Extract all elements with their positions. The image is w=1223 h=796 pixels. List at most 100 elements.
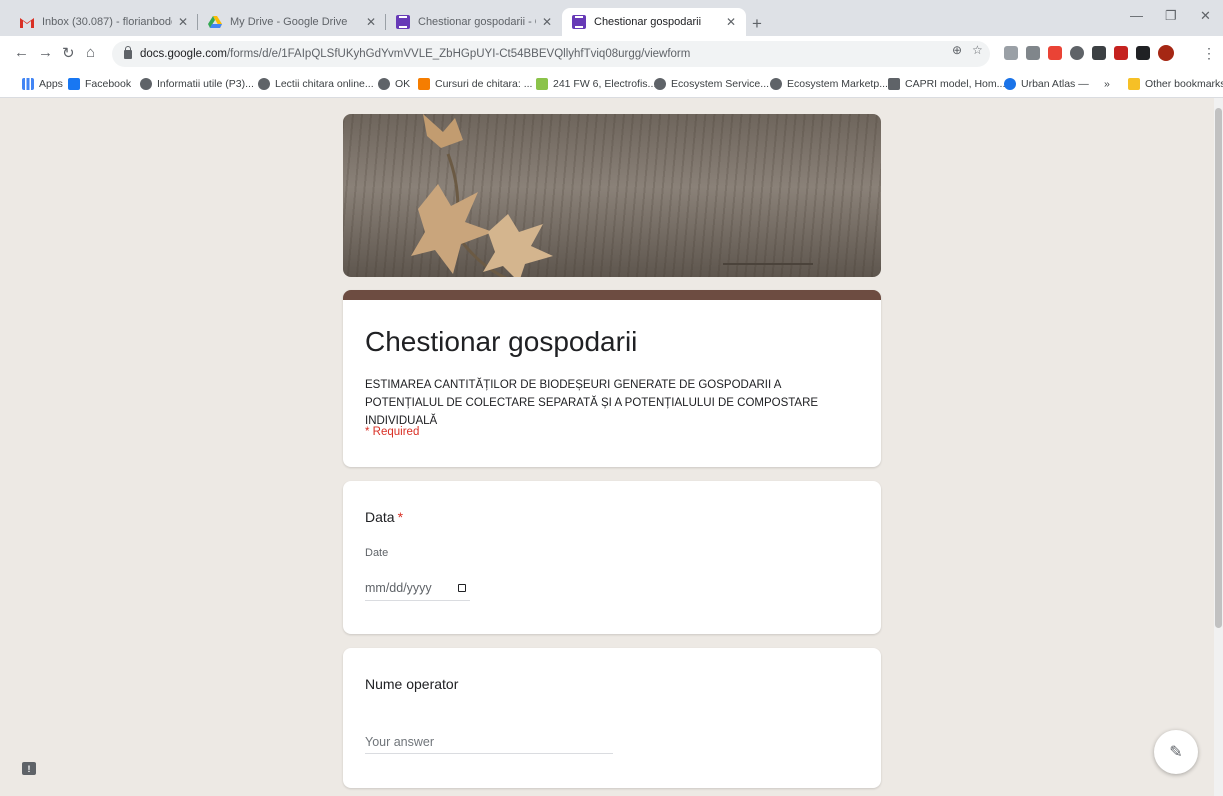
page-scrollbar[interactable] (1214, 98, 1223, 796)
tab-title: Inbox (30.087) - florianbodescu@ (42, 16, 172, 28)
ivy-leaves-illustration (411, 114, 813, 277)
bookmark-label: Cursuri de chitara: ... (435, 78, 533, 90)
tab-google-forms-editor[interactable]: Chestionar gospodarii - Google F ✕ (386, 8, 562, 36)
bookmark-lectii-chitara[interactable]: Lectii chitara online... (258, 78, 374, 90)
bookmark-ecosystem-service[interactable]: Ecosystem Service... (654, 78, 769, 90)
bookmark-ok[interactable]: OK (378, 78, 410, 90)
bookmark-electrofis[interactable]: 241 FW 6, Electrofis... (536, 78, 656, 90)
question-label: Nume operator (365, 676, 459, 692)
gear-icon (1004, 78, 1016, 90)
window-close-icon[interactable]: ✕ (1200, 8, 1211, 24)
capri-icon (888, 78, 900, 90)
extension-icon[interactable] (1026, 46, 1040, 60)
bookmark-other-bookmarks[interactable]: Other bookmarks (1128, 78, 1223, 90)
form-description: ESTIMAREA CANTITĂȚILOR DE BIODEȘEURI GEN… (365, 379, 819, 427)
close-icon[interactable]: ✕ (366, 15, 376, 29)
blogger-icon (418, 78, 430, 90)
close-icon[interactable]: ✕ (726, 15, 736, 29)
minimize-icon[interactable]: — (1130, 8, 1143, 23)
new-tab-button[interactable]: + (752, 14, 762, 34)
google-forms-icon (396, 15, 410, 29)
avatar[interactable] (1158, 45, 1174, 61)
zoom-icon[interactable]: ⊕ (952, 43, 962, 57)
bookmark-label: Lectii chitara online... (275, 78, 374, 90)
date-placeholder: mm/dd/yyyy (365, 580, 432, 595)
globe-icon (770, 78, 782, 90)
tab-gmail[interactable]: Inbox (30.087) - florianbodescu@ ✕ (10, 8, 198, 36)
tab-title: Chestionar gospodarii - Google F (418, 16, 536, 28)
question-label: Data (365, 509, 395, 525)
google-forms-icon (572, 15, 586, 29)
form-title: Chestionar gospodarii (365, 326, 638, 357)
puzzle-icon[interactable] (1136, 46, 1150, 60)
bookmark-icon (536, 78, 548, 90)
bookmark-facebook[interactable]: Facebook (68, 78, 131, 90)
bookmark-apps[interactable]: Apps (22, 78, 63, 90)
reload-icon[interactable]: ↻ (62, 44, 75, 62)
bookmarks-bar: Apps Facebook Informatii utile (P3)... L… (0, 72, 1223, 98)
restore-icon[interactable]: ❐ (1165, 8, 1177, 24)
browser-tabstrip: Inbox (30.087) - florianbodescu@ ✕ My Dr… (0, 0, 1223, 36)
bookmark-label: OK (395, 78, 411, 90)
back-icon[interactable]: ← (14, 44, 29, 61)
date-sublabel: Date (365, 547, 389, 559)
bookmark-ecosystem-marketplace[interactable]: Ecosystem Marketp... (770, 78, 888, 90)
globe-icon (258, 78, 270, 90)
lock-icon (124, 45, 132, 59)
report-feedback-icon[interactable]: ! (22, 762, 36, 775)
question-title: Nume operator (365, 676, 458, 692)
bookmark-label: 241 FW 6, Electrofis... (553, 78, 657, 90)
form-header-card: Chestionar gospodarii ESTIMAREA CANTITĂȚ… (343, 290, 881, 467)
bookmark-label: Other bookmarks (1145, 78, 1223, 90)
gmail-icon (20, 15, 34, 29)
pencil-icon: ✎ (1169, 744, 1183, 761)
bookmark-label: Ecosystem Marketp... (787, 78, 888, 90)
url-path: /forms/d/e/1FAIpQLSfUKyhGdYvmVVLE_ZbHGpU… (226, 48, 691, 60)
facebook-icon (68, 78, 80, 90)
bookmark-label: CAPRI model, Hom... (905, 78, 1006, 90)
header-image (343, 114, 881, 277)
required-star: * (397, 509, 404, 525)
address-bar[interactable]: docs.google.com/forms/d/e/1FAIpQLSfUKyhG… (112, 41, 990, 67)
home-icon[interactable]: ⌂ (86, 44, 95, 61)
globe-icon (654, 78, 666, 90)
pdf-extension-icon[interactable] (1114, 46, 1128, 60)
url-host: docs.google.com (140, 48, 227, 60)
forward-icon[interactable]: → (38, 44, 53, 61)
required-note: * Required (365, 426, 420, 438)
question-title: Data * (365, 509, 403, 525)
bookmark-label: Ecosystem Service... (671, 78, 770, 90)
bookmark-label: Informatii utile (P3)... (157, 78, 254, 90)
extension-icon[interactable] (1004, 46, 1018, 60)
bookmark-capri-model[interactable]: CAPRI model, Hom... (888, 78, 1005, 90)
gmail-extension-icon[interactable] (1048, 46, 1062, 60)
tab-title: Chestionar gospodarii (594, 16, 702, 28)
calendar-icon[interactable] (458, 583, 466, 592)
question-card-nume-operator: Nume operator Your answer (343, 648, 881, 788)
bookmark-overflow[interactable]: » (1104, 78, 1110, 90)
nume-operator-input[interactable]: Your answer (365, 730, 613, 754)
apps-grid-icon (22, 78, 34, 90)
menu-kebab-icon[interactable]: ⋮ (1202, 45, 1216, 62)
folder-icon (1128, 78, 1140, 90)
star-icon[interactable]: ☆ (972, 43, 983, 57)
scrollbar-thumb[interactable] (1215, 108, 1222, 628)
browser-toolbar: ← → ↻ ⌂ docs.google.com/forms/d/e/1FAIpQ… (0, 36, 1223, 72)
form-page: Chestionar gospodarii ESTIMAREA CANTITĂȚ… (0, 98, 1223, 796)
close-icon[interactable]: ✕ (178, 15, 188, 29)
globe-icon (378, 78, 390, 90)
bookmark-label: Facebook (85, 78, 132, 90)
globe-icon (140, 78, 152, 90)
date-input[interactable]: mm/dd/yyyy (365, 575, 470, 601)
edit-pencil-button[interactable]: ✎ (1154, 730, 1198, 774)
extension-icon[interactable] (1092, 46, 1106, 60)
bookmark-informatii-utile[interactable]: Informatii utile (P3)... (140, 78, 254, 90)
bookmark-cursuri-chitara[interactable]: Cursuri de chitara: ... (418, 78, 532, 90)
close-icon[interactable]: ✕ (542, 15, 552, 29)
google-drive-icon (208, 15, 222, 29)
extension-icon[interactable] (1070, 46, 1084, 60)
bookmark-urban-atlas[interactable]: Urban Atlas — (1004, 78, 1089, 90)
tab-google-drive[interactable]: My Drive - Google Drive ✕ (198, 8, 386, 36)
bookmark-label: Apps (39, 78, 63, 90)
tab-google-forms-active[interactable]: Chestionar gospodarii ✕ (562, 8, 746, 36)
